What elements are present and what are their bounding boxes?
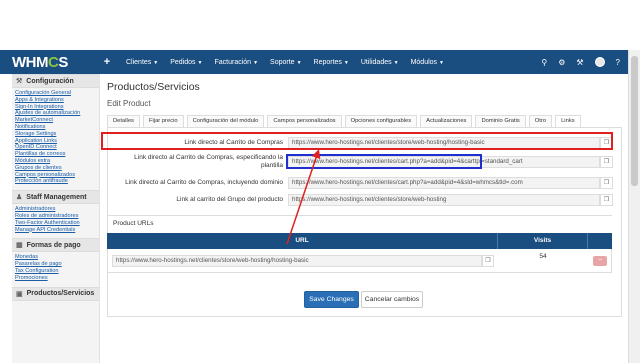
link-row: Link directo al Carrito de Compras, incl… (107, 176, 613, 190)
column-header-actions (587, 233, 612, 249)
wrench-icon[interactable]: ⚒ (576, 58, 583, 67)
sidebar-link[interactable]: OpenID Connect (15, 144, 99, 151)
sidebar-link[interactable]: Notifications (15, 124, 99, 131)
column-header-visits: Visits (497, 233, 587, 249)
tab-actualizaciones[interactable]: Actualizaciones (420, 115, 473, 127)
section-title: Product URLs (113, 220, 154, 227)
sidebar-link[interactable]: Two-Factor Authentication (15, 220, 99, 227)
sidebar-link[interactable]: Módulos extra (15, 158, 99, 165)
scrollbar-thumb[interactable] (631, 56, 638, 186)
copy-icon[interactable]: ❐ (482, 255, 494, 267)
cancel-button[interactable]: Cancelar cambios (361, 291, 423, 308)
sidebar-link[interactable]: Grupos de clientes (15, 165, 99, 172)
copy-icon[interactable]: ❐ (600, 177, 613, 189)
sidebar-link[interactable]: Campos personalizados (15, 172, 99, 179)
credit-card-icon: ▦ (16, 242, 23, 250)
highlight-box-red (101, 132, 613, 150)
sidebar-link[interactable]: Apps & Integrations (15, 97, 99, 104)
sidebar-link[interactable]: Tax Configuration (15, 268, 99, 275)
sidebar-link[interactable]: MarketConnect (15, 117, 99, 124)
sidebar-link[interactable]: Sign-In Integrations (15, 104, 99, 111)
tab-campos-personalizados[interactable]: Campos personalizados (267, 115, 342, 127)
table-header: URL Visits (107, 233, 612, 249)
sidebar-link[interactable]: Configuración General (15, 90, 99, 97)
sidebar-link[interactable]: Storage Settings (15, 131, 99, 138)
copy-icon[interactable]: ❐ (600, 194, 613, 206)
save-button[interactable]: Save Changes (304, 291, 359, 308)
tab-links[interactable]: Links (555, 115, 581, 127)
tab-fijar-precio[interactable]: Fijar precio (142, 115, 184, 127)
sidebar-link[interactable]: Manage API Credentials (15, 227, 99, 234)
top-navbar: WHMCS + Clientes ▼ Pedidos ▼ Facturación ▼ … (0, 50, 628, 74)
tab-dominio-gratis[interactable]: Dominio Gratis (475, 115, 526, 127)
nav-item-modulos[interactable]: Módulos ▼ (411, 59, 444, 66)
sidebar-link[interactable]: Administradores (15, 206, 99, 213)
sidebar-link[interactable]: Promociones (15, 275, 99, 282)
help-icon[interactable]: ? (616, 58, 620, 67)
sidebar-link[interactable]: Protección antifraude (15, 178, 99, 185)
link-label: Link directo al Carrito de Compras, espe… (134, 154, 283, 169)
cube-icon: ▣ (16, 290, 23, 298)
nav-item-utilidades[interactable]: Utilidades ▼ (361, 59, 399, 66)
link-field[interactable]: https://www.hero-hostings.net/clientes/s… (288, 194, 600, 206)
plus-icon[interactable]: + (100, 56, 114, 68)
copy-icon[interactable]: ❐ (600, 156, 613, 168)
users-icon: ♟ (16, 194, 23, 202)
link-field[interactable]: https://www.hero-hostings.net/clientes/c… (288, 177, 600, 189)
link-label: Link al carrito del Grupo del producto (176, 196, 283, 203)
user-avatar[interactable] (594, 57, 605, 67)
wrench-icon: ⚒ (16, 78, 23, 85)
page-subtitle: Edit Product (107, 99, 151, 108)
nav-item-pedidos[interactable]: Pedidos ▼ (170, 59, 202, 66)
search-icon[interactable]: ⚲ (541, 58, 547, 67)
whmcs-logo[interactable]: WHMCS (0, 54, 92, 71)
scrollbar[interactable] (628, 50, 640, 363)
highlight-box-blue (286, 154, 482, 169)
tab-detalles[interactable]: Detalles (107, 115, 140, 127)
sidebar: ⚒ Configuración Configuración General App… (12, 74, 100, 363)
table-row: https://www.hero-hostings.net/clientes/s… (107, 249, 612, 273)
nav-item-clientes[interactable]: Clientes ▼ (126, 59, 158, 66)
link-label: Link directo al Carrito de Compras, incl… (125, 179, 283, 186)
url-field[interactable]: https://www.hero-hostings.net/clientes/s… (112, 255, 482, 267)
sidebar-link[interactable]: Pasarelas de pago (15, 261, 99, 268)
sidebar-link[interactable]: Roles de administradores (15, 213, 99, 220)
sidebar-link[interactable]: Plantillas de correos (15, 151, 99, 158)
tab-bar: Detalles Fijar precio Configuración del … (107, 115, 584, 127)
sidebar-link[interactable]: Ajustes de automatización (15, 110, 99, 117)
sidebar-link[interactable]: Monedas (15, 254, 99, 261)
sidebar-section-productos: ▣ Productos/Servicios (12, 286, 99, 301)
tab-configuracion-modulo[interactable]: Configuración del módulo (186, 115, 265, 127)
nav-item-reportes[interactable]: Reportes ▼ (314, 59, 349, 66)
sidebar-section-configuracion: ⚒ Configuración (12, 74, 99, 88)
gears-icon[interactable]: ⚙ (558, 58, 565, 67)
delete-icon[interactable]: − (593, 256, 607, 266)
tab-otro[interactable]: Otro (528, 115, 553, 127)
link-row: Link al carrito del Grupo del producto h… (107, 193, 613, 207)
sidebar-link[interactable]: Application Links (15, 138, 99, 145)
page-title: Productos/Servicios (107, 81, 200, 93)
sidebar-section-pagos: ▦ Formas de pago (12, 238, 99, 253)
sidebar-section-staff: ♟ Staff Management (12, 190, 99, 205)
tab-opciones-configurables[interactable]: Opciones configurables (344, 115, 418, 127)
product-urls-section: Product URLs URL Visits https://www.hero… (107, 215, 612, 295)
nav-item-facturacion[interactable]: Facturación ▼ (215, 59, 259, 66)
column-header-url: URL (295, 237, 309, 244)
visits-count: 54 (539, 253, 547, 260)
main-content: Productos/Servicios Edit Product Detalle… (101, 74, 628, 363)
nav-item-soporte[interactable]: Soporte ▼ (270, 59, 301, 66)
